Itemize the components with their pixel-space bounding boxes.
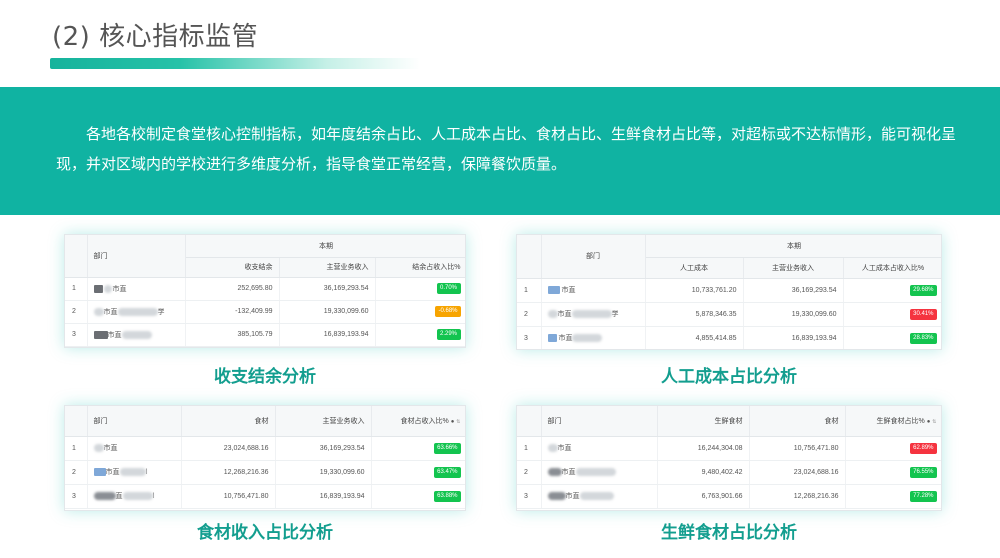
col-header-balance: 收支结余 (185, 257, 280, 278)
col-header-ratio: 食材占收入比% (400, 417, 449, 425)
labor-table-panel: 部门 本期 人工成本 主营业务收入 人工成本占收入比% 1 市直 10,733,… (516, 234, 942, 350)
dept-cell: 市直 (87, 277, 186, 301)
table-row[interactable]: 1 市直 16,244,304.08 10,756,471.80 62.89% (517, 436, 941, 461)
dept-cell: 市直 (541, 460, 658, 485)
table-row[interactable]: 1 市直 10,733,761.20 36,169,293.54 29.68% (517, 278, 941, 303)
status-badge: 2.29% (436, 329, 461, 340)
sort-icon[interactable]: ⇅ (932, 419, 936, 425)
food-table-panel: 部门 食材 主营业务收入 食材占收入比% ● ⇅ 1 市直 23,024,688… (64, 405, 466, 511)
col-header-food: 食材 (181, 406, 276, 437)
dept-cell: 市直 (87, 323, 186, 347)
col-header-ratio: 结余占收入比% (375, 257, 465, 278)
food-table: 部门 食材 主营业务收入 食材占收入比% ● ⇅ 1 市直 23,024,688… (65, 406, 465, 509)
food-caption: 食材收入占比分析 (197, 523, 333, 543)
intro-text: 各地各校制定食堂核心控制指标，如年度结余占比、人工成本占比、食材占比、生鲜食材占… (56, 125, 957, 173)
status-badge: 30.41% (910, 308, 937, 320)
col-header-fresh: 生鲜食材 (657, 406, 750, 437)
status-badge: 76.55% (910, 466, 937, 478)
dept-cell: 直l (87, 484, 182, 509)
table-row[interactable]: 1 市直 23,024,688.16 36,169,293.54 63.66% (65, 436, 465, 461)
status-badge: 28.83% (910, 332, 937, 344)
fresh-table-panel: 部门 生鲜食材 食材 生鲜食材占比% ● ⇅ 1 市直 16,244,304.0… (516, 405, 942, 511)
balance-table: 部门 本期 收支结余 主营业务收入 结余占收入比% 1 市直 252,695.8… (65, 235, 465, 347)
table-row[interactable]: 2 市直 9,480,402.42 23,024,688.16 76.55% (517, 460, 941, 485)
col-header-dept: 部门 (541, 235, 646, 279)
title-underline-bar (50, 58, 420, 69)
sort-icon[interactable]: ⇅ (456, 419, 460, 425)
intro-banner: 各地各校制定食堂核心控制指标，如年度结余占比、人工成本占比、食材占比、生鲜食材占… (0, 87, 1000, 215)
table-row[interactable]: 3 直l 10,756,471.80 16,839,193.94 63.88% (65, 484, 465, 509)
dept-cell: 市直 (541, 326, 646, 349)
dept-cell: 市直 (541, 436, 658, 461)
dept-cell: 市直 l (87, 460, 182, 485)
col-header-food: 食材 (749, 406, 846, 437)
fresh-caption: 生鲜食材占比分析 (661, 523, 797, 543)
labor-table: 部门 本期 人工成本 主营业务收入 人工成本占收入比% 1 市直 10,733,… (517, 235, 941, 349)
col-header-ratio: 生鲜食材占比% (876, 417, 925, 425)
status-badge: 77.28% (910, 490, 937, 502)
col-header-revenue: 主营业务收入 (279, 257, 376, 278)
status-badge: 29.68% (910, 284, 937, 296)
status-badge: 63.88% (434, 490, 461, 502)
table-row[interactable]: 1 市直 252,695.80 36,169,293.54 0.70% (65, 277, 465, 301)
page-title: (2) 核心指标监管 (52, 22, 259, 52)
table-row[interactable]: 2 市直 l 12,268,216.36 19,330,099.60 63.47% (65, 460, 465, 485)
group-header: 本期 (185, 235, 465, 258)
dept-cell: 市直学 (541, 302, 646, 327)
status-badge: 63.47% (434, 466, 461, 478)
dept-cell: 市直学 (87, 300, 186, 324)
status-badge: 0.70% (436, 283, 461, 294)
col-header-dept: 部门 (87, 406, 182, 437)
col-header-dept: 部门 (87, 235, 186, 278)
table-row[interactable]: 2 市直学 5,878,346.35 19,330,099.60 30.41% (517, 302, 941, 327)
group-header: 本期 (645, 235, 941, 258)
table-row[interactable]: 2 市直学 -132,409.99 19,330,099.60 -0.68% (65, 300, 465, 324)
col-header-dept: 部门 (541, 406, 658, 437)
status-badge: 63.66% (434, 442, 461, 454)
dept-cell: 市直 (541, 278, 646, 303)
info-icon[interactable]: ● (451, 419, 455, 425)
col-header-revenue: 主营业务收入 (275, 406, 372, 437)
balance-table-panel: 部门 本期 收支结余 主营业务收入 结余占收入比% 1 市直 252,695.8… (64, 234, 466, 348)
col-header-ratio: 人工成本占收入比% (843, 257, 941, 279)
status-badge: 62.89% (910, 442, 937, 454)
balance-caption: 收支结余分析 (214, 367, 316, 387)
col-header-revenue: 主营业务收入 (743, 257, 844, 279)
table-row[interactable]: 3 市直 385,105.79 16,839,193.94 2.29% (65, 323, 465, 347)
info-icon[interactable]: ● (927, 419, 931, 425)
col-header-labor: 人工成本 (645, 257, 744, 279)
dept-cell: 市直 (541, 484, 658, 509)
fresh-table: 部门 生鲜食材 食材 生鲜食材占比% ● ⇅ 1 市直 16,244,304.0… (517, 406, 941, 509)
labor-caption: 人工成本占比分析 (661, 367, 797, 387)
status-badge: -0.68% (435, 306, 461, 317)
dept-cell: 市直 (87, 436, 182, 461)
table-row[interactable]: 3 市直 6,763,901.66 12,268,216.36 77.28% (517, 484, 941, 509)
table-row[interactable]: 3 市直 4,855,414.85 16,839,193.94 28.83% (517, 326, 941, 349)
